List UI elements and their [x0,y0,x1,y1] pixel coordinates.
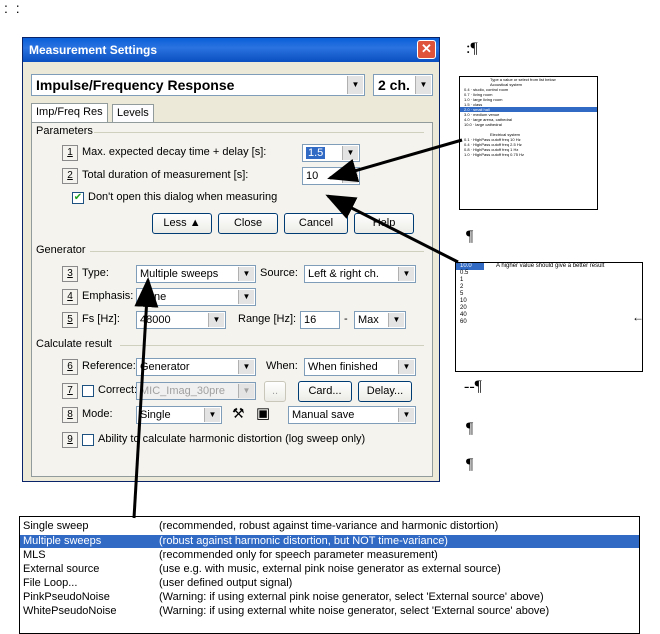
annotation-arrows [132,138,463,519]
arrow-to-duration-field [325,194,459,264]
arrow-to-type-field [132,277,159,519]
arrow-to-decay-field [327,138,463,183]
